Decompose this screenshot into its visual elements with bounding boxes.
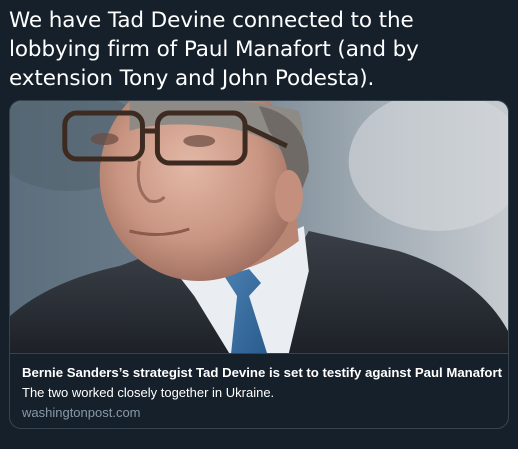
card-domain: washingtonpost.com <box>22 405 141 420</box>
link-preview-card[interactable]: Bernie Sanders’s strategist Tad Devine i… <box>9 100 509 429</box>
card-photo <box>10 101 508 353</box>
card-description: The two worked closely together in Ukrai… <box>22 385 275 400</box>
card-meta[interactable]: Bernie Sanders’s strategist Tad Devine i… <box>10 354 508 423</box>
card-image[interactable] <box>10 101 508 353</box>
tweet-text: We have Tad Devine connected to the lobb… <box>9 8 419 91</box>
tweet: We have Tad Devine connected to the lobb… <box>0 0 518 449</box>
card-title[interactable]: Bernie Sanders’s strategist Tad Devine i… <box>22 364 502 382</box>
